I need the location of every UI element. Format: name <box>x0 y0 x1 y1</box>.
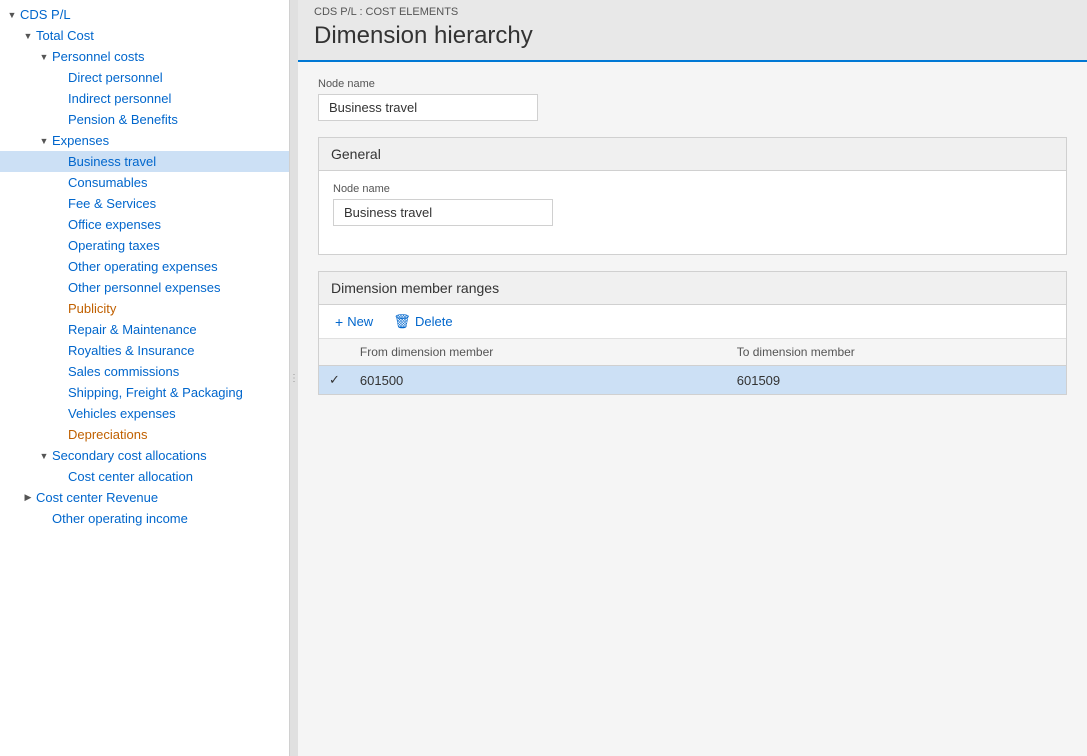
dimension-ranges-header: Dimension member ranges <box>319 272 1066 305</box>
to-member: 601509 <box>727 366 1066 395</box>
sidebar-item-indirect-personnel[interactable]: Indirect personnel <box>0 88 289 109</box>
toggle-icon: ▼ <box>36 52 52 62</box>
sidebar-item-label: Vehicles expenses <box>68 406 176 421</box>
divider[interactable]: ⋮ <box>290 0 298 756</box>
main-content: CDS P/L : COST ELEMENTS Dimension hierar… <box>298 0 1087 756</box>
sidebar-item-label: Other personnel expenses <box>68 280 220 295</box>
sidebar-item-cost-center-revenue[interactable]: ▶Cost center Revenue <box>0 487 289 508</box>
sidebar-item-royalties-insurance[interactable]: Royalties & Insurance <box>0 340 289 361</box>
sidebar-item-cost-center-alloc[interactable]: Cost center allocation <box>0 466 289 487</box>
sidebar-item-label: Operating taxes <box>68 238 160 253</box>
table-row[interactable]: ✓601500601509 <box>319 366 1066 395</box>
page-title: Dimension hierarchy <box>314 22 1071 50</box>
sidebar-item-expenses[interactable]: ▼Expenses <box>0 130 289 151</box>
general-section: General Node name Business travel <box>318 137 1067 255</box>
sidebar-item-label: Royalties & Insurance <box>68 343 194 358</box>
sidebar-item-label: Office expenses <box>68 217 161 232</box>
col-from: From dimension member <box>350 339 727 366</box>
sidebar-item-cds-pl[interactable]: ▼CDS P/L <box>0 4 289 25</box>
sidebar-item-label: Sales commissions <box>68 364 179 379</box>
breadcrumb: CDS P/L : COST ELEMENTS <box>314 6 1071 18</box>
sidebar-item-label: Other operating income <box>52 511 188 526</box>
toggle-icon: ▶ <box>20 492 36 503</box>
top-bar: CDS P/L : COST ELEMENTS Dimension hierar… <box>298 0 1087 62</box>
sidebar-item-label: CDS P/L <box>20 7 71 22</box>
sidebar-item-label: Indirect personnel <box>68 91 171 106</box>
general-node-name-label: Node name <box>333 183 1052 195</box>
row-check: ✓ <box>319 366 350 395</box>
toggle-icon: ▼ <box>36 451 52 461</box>
sidebar-item-total-cost[interactable]: ▼Total Cost <box>0 25 289 46</box>
sidebar-item-label: Pension & Benefits <box>68 112 178 127</box>
sidebar-item-label: Publicity <box>68 301 116 316</box>
from-member: 601500 <box>350 366 727 395</box>
plus-icon: + <box>335 314 343 330</box>
sidebar-item-publicity[interactable]: Publicity <box>0 298 289 319</box>
sidebar-item-office-expenses[interactable]: Office expenses <box>0 214 289 235</box>
new-button[interactable]: + New <box>331 312 377 332</box>
delete-button-label: Delete <box>415 314 453 329</box>
sidebar-item-label: Repair & Maintenance <box>68 322 197 337</box>
content-area: Node name Business travel General Node n… <box>298 62 1087 411</box>
col-check <box>319 339 350 366</box>
sidebar-item-business-travel[interactable]: Business travel <box>0 151 289 172</box>
sidebar-item-label: Shipping, Freight & Packaging <box>68 385 243 400</box>
sidebar-item-other-operating[interactable]: Other operating expenses <box>0 256 289 277</box>
sidebar: ▼CDS P/L▼Total Cost▼Personnel costsDirec… <box>0 0 290 756</box>
node-name-value-top: Business travel <box>318 94 538 121</box>
dimension-ranges-section: Dimension member ranges + New 🗑 Delete F… <box>318 271 1067 395</box>
sidebar-item-label: Direct personnel <box>68 70 163 85</box>
general-node-name-value: Business travel <box>333 199 553 226</box>
sidebar-item-vehicles[interactable]: Vehicles expenses <box>0 403 289 424</box>
sidebar-item-shipping[interactable]: Shipping, Freight & Packaging <box>0 382 289 403</box>
general-section-header: General <box>319 138 1066 171</box>
delete-icon: 🗑 <box>393 313 411 330</box>
general-content: Node name Business travel <box>319 171 1066 254</box>
sidebar-item-label: Consumables <box>68 175 148 190</box>
sidebar-item-repair-maintenance[interactable]: Repair & Maintenance <box>0 319 289 340</box>
sidebar-item-consumables[interactable]: Consumables <box>0 172 289 193</box>
delete-button[interactable]: 🗑 Delete <box>389 311 456 332</box>
sidebar-item-label: Cost center allocation <box>68 469 193 484</box>
sidebar-item-personnel-costs[interactable]: ▼Personnel costs <box>0 46 289 67</box>
toggle-icon: ▼ <box>20 31 36 41</box>
dimension-table: From dimension member To dimension membe… <box>319 339 1066 394</box>
sidebar-item-label: Secondary cost allocations <box>52 448 207 463</box>
sidebar-item-label: Fee & Services <box>68 196 156 211</box>
col-to: To dimension member <box>727 339 1066 366</box>
dim-toolbar: + New 🗑 Delete <box>319 305 1066 339</box>
sidebar-item-depreciations[interactable]: Depreciations <box>0 424 289 445</box>
toggle-icon: ▼ <box>4 10 20 20</box>
sidebar-item-secondary-cost[interactable]: ▼Secondary cost allocations <box>0 445 289 466</box>
sidebar-item-operating-taxes[interactable]: Operating taxes <box>0 235 289 256</box>
table-body: ✓601500601509 <box>319 366 1066 395</box>
sidebar-item-label: Personnel costs <box>52 49 145 64</box>
sidebar-item-label: Expenses <box>52 133 109 148</box>
table-header-row: From dimension member To dimension membe… <box>319 339 1066 366</box>
sidebar-item-sales-commissions[interactable]: Sales commissions <box>0 361 289 382</box>
sidebar-item-pension-benefits[interactable]: Pension & Benefits <box>0 109 289 130</box>
sidebar-item-label: Total Cost <box>36 28 94 43</box>
sidebar-item-other-operating-income[interactable]: Other operating income <box>0 508 289 529</box>
node-name-label-top: Node name <box>318 78 1067 90</box>
sidebar-item-label: Cost center Revenue <box>36 490 158 505</box>
toggle-icon: ▼ <box>36 136 52 146</box>
sidebar-item-label: Other operating expenses <box>68 259 218 274</box>
sidebar-item-label: Depreciations <box>68 427 148 442</box>
sidebar-item-label: Business travel <box>68 154 156 169</box>
new-button-label: New <box>347 314 373 329</box>
sidebar-item-fee-services[interactable]: Fee & Services <box>0 193 289 214</box>
sidebar-item-direct-personnel[interactable]: Direct personnel <box>0 67 289 88</box>
sidebar-item-other-personnel[interactable]: Other personnel expenses <box>0 277 289 298</box>
